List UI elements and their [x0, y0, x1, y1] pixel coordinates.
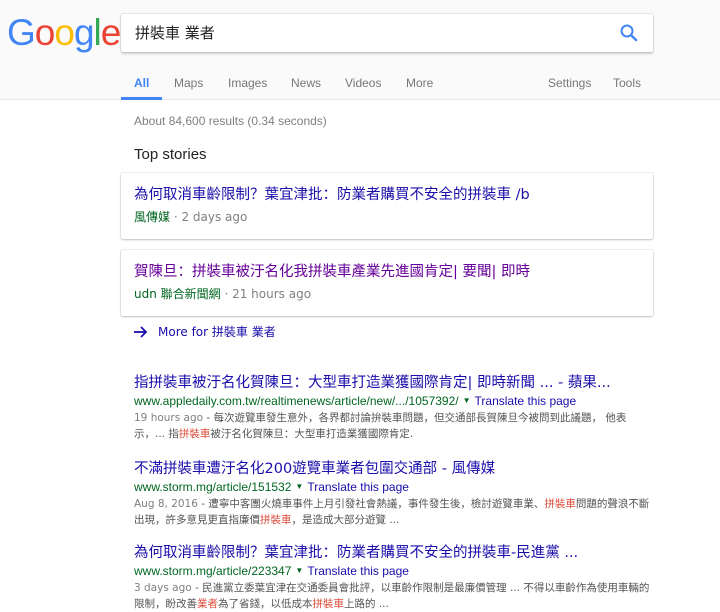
search-result: 指拼裝車被汙名化賀陳旦：大型車打造業獲國際肯定| 即時新聞 ... - 蘋果..…	[134, 373, 654, 442]
snippet-highlight: 拼裝車	[312, 598, 345, 610]
snippet-highlight: 拼裝車	[544, 498, 576, 510]
logo-letter: e	[100, 12, 122, 53]
search-result: 為何取消車齡限制？葉宜津批：防業者購買不安全的拼裝車-民進黨 ... www.s…	[134, 543, 654, 612]
snippet-highlight: 拼裝車	[178, 428, 211, 440]
top-story-time: · 21 hours ago	[220, 287, 312, 301]
result-title[interactable]: 不滿拼裝車遭汙名化200遊覽車業者包圍交通部 - 風傳媒	[134, 459, 654, 479]
result-title[interactable]: 指拼裝車被汙名化賀陳旦：大型車打造業獲國際肯定| 即時新聞 ... - 蘋果..…	[134, 373, 654, 393]
active-tab-indicator	[121, 97, 162, 100]
tab-all[interactable]: All	[134, 76, 149, 90]
snippet-text: 被汙名化賀陳旦：大型車打造業獲國際肯定.	[210, 428, 414, 440]
logo-letter: o	[34, 12, 56, 53]
translate-link[interactable]: Translate this page	[475, 393, 577, 409]
result-snippet: 3 days ago - 民進黨立委葉宜津在交通委員會批評，以車齡作限制是最廉價…	[134, 580, 654, 612]
logo-letter: o	[54, 12, 75, 53]
caret-down-icon[interactable]: ▼	[295, 563, 303, 579]
top-story-title[interactable]: 賀陳旦：拼裝車被汙名化我拼裝車產業先進國肯定| 要聞| 即時	[134, 262, 640, 282]
top-story-card[interactable]: 為何取消車齡限制？葉宜津批：防業者購買不安全的拼裝車 /b 風傳媒 · 2 da…	[121, 173, 653, 239]
search-button[interactable]	[619, 23, 639, 43]
search-icon	[620, 24, 638, 42]
translate-link[interactable]: Translate this page	[307, 479, 409, 495]
result-date: 3 days ago	[134, 582, 192, 594]
tab-more[interactable]: More	[406, 76, 433, 90]
result-date: 19 hours ago	[134, 412, 204, 424]
result-url-row: www.storm.mg/article/151532 ▼ Translate …	[134, 479, 654, 495]
result-url[interactable]: www.storm.mg/article/151532	[134, 479, 291, 495]
tab-images[interactable]: Images	[228, 76, 267, 90]
result-snippet: Aug 8, 2016 - 遭寧中客團火燒車事件上月引發社會熱議，事件發生後，檢…	[134, 496, 654, 528]
snippet-text: 為了省錢，以低成本	[218, 598, 313, 610]
top-story-card[interactable]: 賀陳旦：拼裝車被汙名化我拼裝車產業先進國肯定| 要聞| 即時 udn 聯合新聞網…	[121, 250, 653, 316]
arrow-right-icon	[134, 325, 148, 338]
top-stories-heading: Top stories	[134, 146, 207, 163]
top-story-title[interactable]: 為何取消車齡限制？葉宜津批：防業者購買不安全的拼裝車 /b	[134, 185, 640, 205]
caret-down-icon[interactable]: ▼	[295, 479, 303, 495]
more-stories-link[interactable]: More for 拼裝車 業者	[134, 323, 276, 340]
top-story-time: · 2 days ago	[170, 210, 248, 224]
tab-videos[interactable]: Videos	[345, 76, 381, 90]
search-box	[121, 14, 653, 52]
result-date: Aug 8, 2016	[134, 498, 198, 510]
logo-letter: G	[7, 12, 36, 53]
more-stories-label: More for 拼裝車 業者	[158, 325, 276, 339]
translate-link[interactable]: Translate this page	[307, 563, 409, 579]
top-story-source: udn 聯合新聞網	[134, 287, 221, 301]
snippet-text: ，是造成大部分遊覽 ...	[291, 514, 400, 526]
result-title[interactable]: 為何取消車齡限制？葉宜津批：防業者購買不安全的拼裝車-民進黨 ...	[134, 543, 654, 563]
top-story-meta: udn 聯合新聞網 · 21 hours ago	[134, 285, 640, 302]
result-snippet: 19 hours ago - 每次遊覽車發生意外，各界都討論拚裝車問題，但交通部…	[134, 410, 654, 442]
result-url-row: www.storm.mg/article/223347 ▼ Translate …	[134, 563, 654, 579]
tab-maps[interactable]: Maps	[174, 76, 203, 90]
caret-down-icon[interactable]: ▼	[463, 393, 471, 409]
search-input[interactable]	[135, 14, 605, 52]
search-result: 不滿拼裝車遭汙名化200遊覽車業者包圍交通部 - 風傳媒 www.storm.m…	[134, 459, 654, 528]
top-story-meta: 風傳媒 · 2 days ago	[134, 208, 640, 225]
tab-news[interactable]: News	[291, 76, 321, 90]
snippet-highlight: 拼裝車	[260, 514, 292, 526]
snippet-text: - 遭寧中客團火燒車事件上月引發社會熱議，事件發生後，檢討遊覽車業、	[197, 498, 545, 510]
result-url-row: www.appledaily.com.tw/realtimenews/artic…	[134, 393, 654, 409]
search-tabs: All Maps Images News Videos More Setting…	[0, 66, 720, 100]
logo-letter: l	[93, 12, 102, 53]
google-logo[interactable]: Google	[7, 12, 122, 53]
tab-settings[interactable]: Settings	[548, 76, 591, 90]
result-url[interactable]: www.appledaily.com.tw/realtimenews/artic…	[134, 393, 459, 409]
snippet-text: 上路的 ...	[344, 598, 389, 610]
result-stats: About 84,600 results (0.34 seconds)	[134, 114, 327, 128]
snippet-highlight: 業者	[197, 598, 218, 610]
top-story-source: 風傳媒	[134, 210, 171, 224]
logo-letter: g	[73, 12, 95, 53]
result-url[interactable]: www.storm.mg/article/223347	[134, 563, 291, 579]
header: Google All Maps Images News Videos More …	[0, 0, 720, 100]
tab-tools[interactable]: Tools	[613, 76, 641, 90]
